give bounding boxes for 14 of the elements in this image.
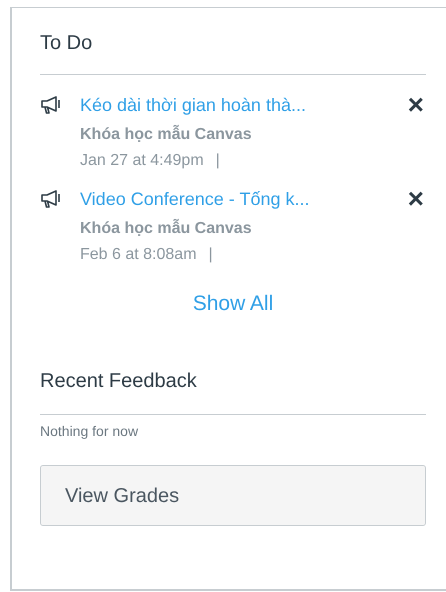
close-button[interactable]: × [408,187,424,211]
megaphone-icon [40,95,62,115]
separator: | [208,245,213,265]
due-date: Feb 6 at 8:08am [80,245,197,265]
section-heading: To Do [40,31,94,56]
view-grades-button[interactable]: View Grades [40,465,426,526]
separator: | [216,151,220,171]
section-heading: Recent Feedback [40,369,198,394]
megaphone-icon [40,189,62,209]
course-name: Khóa học mẫu Canvas [80,218,253,239]
close-button[interactable]: × [408,93,424,117]
empty-message: Nothing for now [40,422,140,441]
due-date: Jan 27 at 4:49pm [80,151,204,171]
course-name: Khóa học mẫu Canvas [80,124,253,145]
